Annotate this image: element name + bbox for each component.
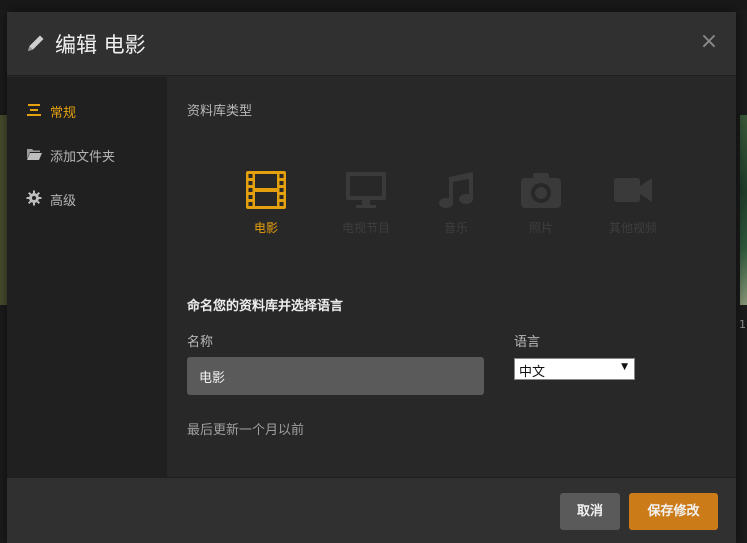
gear-icon <box>26 190 42 206</box>
sidebar-item-label: 添加文件夹 <box>50 146 115 165</box>
library-type-music[interactable]: 音乐 <box>416 170 496 240</box>
last-updated-text: 最后更新一个月以前 <box>187 419 304 438</box>
dropdown-arrow-icon: ▼ <box>621 362 628 372</box>
name-label: 名称 <box>187 331 213 350</box>
library-type-label-photos: 照片 <box>501 219 581 236</box>
dialog-sidebar: 常规 添加文件夹 <box>7 77 167 477</box>
sidebar-item-add-folder[interactable]: 添加文件夹 <box>7 137 167 171</box>
library-type-photos[interactable]: 照片 <box>501 170 581 240</box>
language-label: 语言 <box>514 331 540 350</box>
library-type-label-movies: 电影 <box>226 219 306 236</box>
background-right-text: 1 <box>739 318 746 331</box>
library-type-label: 资料库类型 <box>187 100 252 119</box>
video-camera-icon <box>612 170 654 210</box>
background-right-poster <box>740 115 747 305</box>
pencil-icon <box>25 32 47 54</box>
list-icon <box>26 102 42 118</box>
film-icon <box>245 170 287 210</box>
save-changes-button[interactable]: 保存修改 <box>629 493 718 530</box>
close-icon: × <box>700 29 718 54</box>
sidebar-item-label: 高级 <box>50 190 76 209</box>
library-type-label-other-videos: 其他视频 <box>593 219 673 236</box>
close-button[interactable]: × <box>697 30 721 54</box>
dialog-header: 编辑 电影 × <box>7 12 736 76</box>
library-type-other-videos[interactable]: 其他视频 <box>593 170 673 240</box>
dialog-footer: 取消 保存修改 <box>7 477 736 543</box>
library-type-label-tv: 电视节目 <box>326 219 406 236</box>
dialog-title: 编辑 电影 <box>55 29 146 59</box>
dialog-content: 资料库类型 电影 <box>167 77 736 477</box>
camera-icon <box>520 170 562 210</box>
language-select-value: 中文 <box>519 361 545 380</box>
library-type-tv[interactable]: 电视节目 <box>326 170 406 240</box>
sidebar-item-advanced[interactable]: 高级 <box>7 181 167 215</box>
form-heading: 命名您的资料库并选择语言 <box>187 295 343 314</box>
edit-library-dialog: 编辑 电影 × 常规 添加文件夹 <box>7 12 736 543</box>
cancel-button[interactable]: 取消 <box>560 493 620 530</box>
library-type-label-music: 音乐 <box>416 219 496 236</box>
background-top-strip <box>0 0 747 10</box>
library-type-movies[interactable]: 电影 <box>226 170 306 240</box>
sidebar-item-general[interactable]: 常规 <box>7 93 167 127</box>
folder-icon <box>26 146 42 162</box>
tv-icon <box>345 170 387 210</box>
language-select[interactable]: 中文 ▼ <box>514 358 635 380</box>
library-name-input[interactable] <box>187 357 484 395</box>
music-icon <box>435 170 477 210</box>
sidebar-item-label: 常规 <box>50 102 76 121</box>
